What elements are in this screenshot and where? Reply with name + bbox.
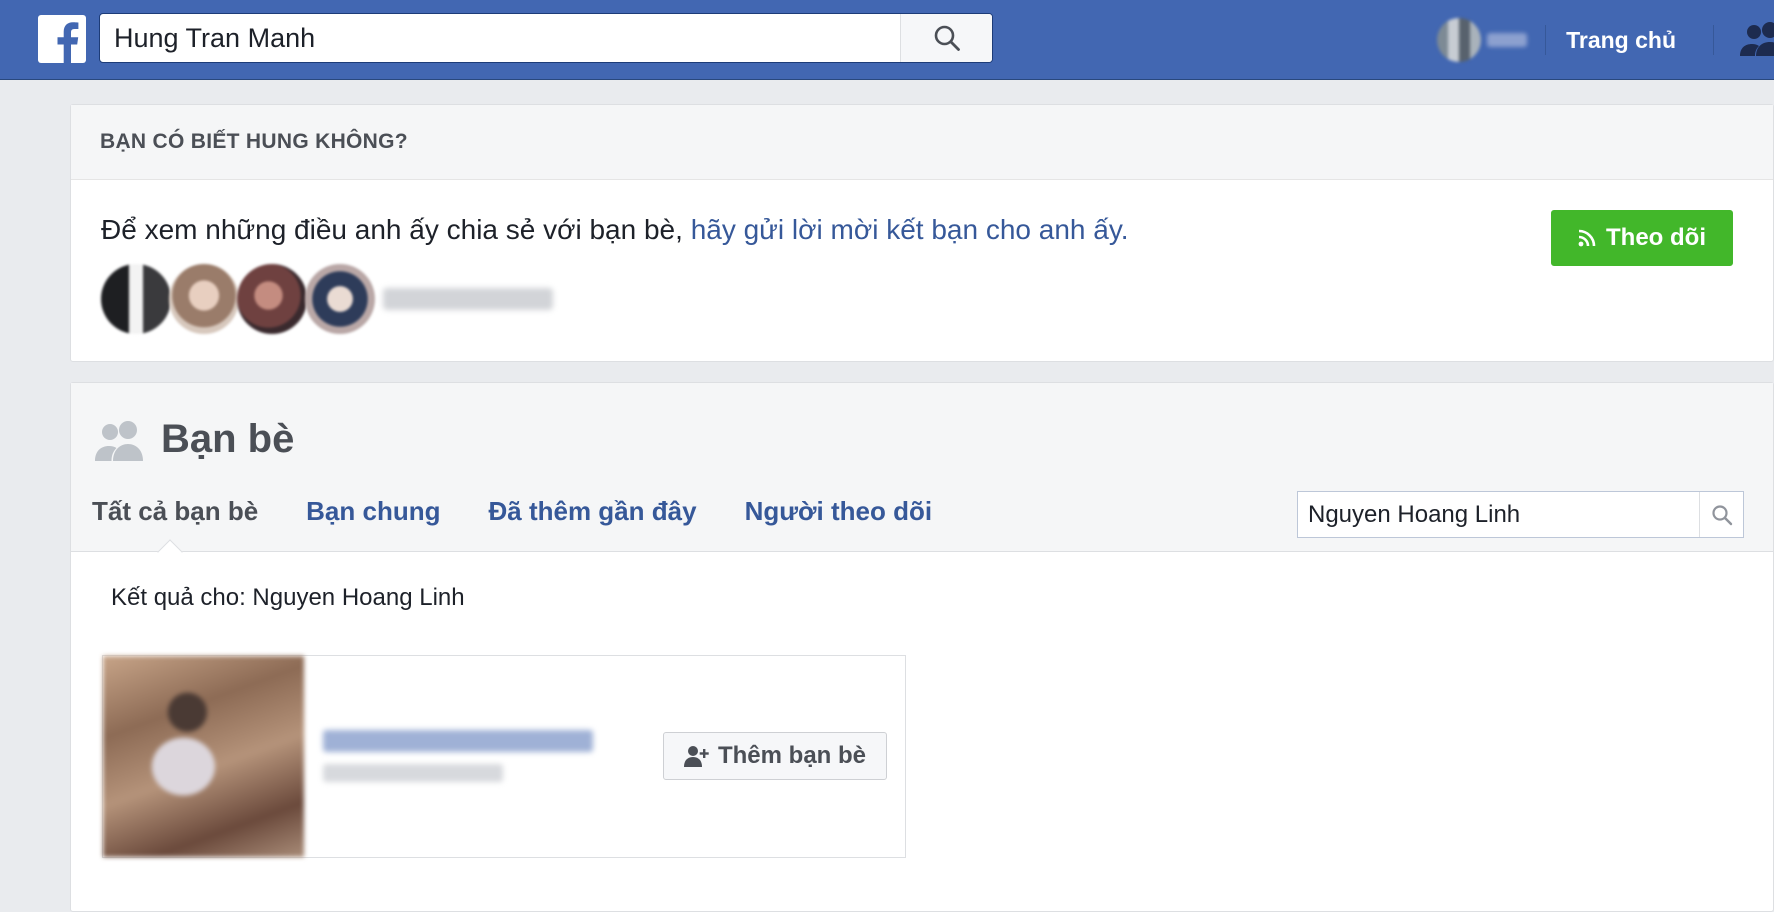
add-friend-button[interactable]: Thêm bạn bè [663, 732, 887, 780]
global-search-input[interactable] [100, 14, 900, 62]
profile-shortcut[interactable] [1437, 18, 1528, 62]
top-navigation-bar: Trang chủ [0, 0, 1774, 80]
add-friend-label: Thêm bạn bè [717, 742, 867, 769]
global-search-bar [99, 13, 993, 63]
tab-recently-added[interactable]: Đã thêm gần đây [489, 496, 697, 527]
friend-name-redacted[interactable] [323, 730, 593, 752]
friends-tabs: Tất cả bạn bè Bạn chung Đã thêm gần đây … [92, 496, 980, 527]
do-you-know-heading: BẠN CÓ BIẾT HUNG KHÔNG? [71, 105, 1773, 180]
nav-divider [1713, 25, 1714, 55]
active-tab-indicator [157, 539, 183, 565]
follow-label: Theo dõi [1606, 224, 1706, 251]
mutual-friend-avatar[interactable] [237, 264, 307, 334]
friend-search-button[interactable] [1699, 492, 1743, 537]
facebook-logo-icon[interactable] [38, 15, 86, 63]
search-icon [934, 25, 960, 51]
search-icon [1711, 504, 1732, 525]
mutual-friend-avatar[interactable] [305, 264, 375, 334]
send-friend-request-link[interactable]: hãy gửi lời mời kết bạn cho anh ấy. [691, 214, 1129, 245]
mutual-friend-avatar[interactable] [101, 264, 171, 334]
global-search-button[interactable] [900, 14, 992, 62]
tab-mutual-friends[interactable]: Bạn chung [306, 496, 440, 527]
friend-result-card: Thêm bạn bè [102, 655, 906, 858]
follow-button[interactable]: Theo dõi [1551, 210, 1733, 266]
mutual-friends-row[interactable] [101, 264, 1773, 334]
tab-followers[interactable]: Người theo dõi [745, 496, 933, 527]
search-results-label: Kết quả cho: Nguyen Hoang Linh [111, 584, 465, 611]
home-link[interactable]: Trang chủ [1546, 27, 1713, 54]
profile-name-redacted [1487, 33, 1528, 47]
friends-title-row: Bạn bè [95, 417, 294, 462]
friend-request-prompt: Để xem những điều anh ấy chia sẻ với bạn… [101, 214, 1773, 246]
do-you-know-panel: BẠN CÓ BIẾT HUNG KHÔNG? Để xem những điề… [70, 104, 1774, 362]
friends-panel: Bạn bè Tất cả bạn bè Bạn chung Đã thêm g… [70, 382, 1774, 912]
page-title: Bạn bè [161, 417, 295, 461]
nav-right-group: Trang chủ [1437, 0, 1774, 80]
do-you-know-body: Để xem những điều anh ấy chia sẻ với bạn… [71, 180, 1773, 334]
mutual-friend-avatar[interactable] [169, 264, 239, 334]
friend-profile-photo[interactable] [103, 656, 304, 857]
add-friend-icon [683, 746, 709, 767]
mutual-friends-count-redacted [383, 288, 553, 310]
friend-search-bar [1297, 491, 1744, 538]
friends-header: Bạn bè Tất cả bạn bè Bạn chung Đã thêm g… [71, 383, 1773, 565]
friend-subtitle-redacted [323, 764, 503, 782]
friend-search-input[interactable] [1298, 492, 1699, 537]
friends-icon [95, 420, 143, 461]
avatar [1437, 18, 1482, 62]
friend-requests-icon[interactable] [1740, 20, 1774, 61]
tab-all-friends[interactable]: Tất cả bạn bè [92, 496, 258, 527]
rss-icon [1578, 229, 1596, 247]
prompt-text: Để xem những điều anh ấy chia sẻ với bạn… [101, 214, 691, 245]
